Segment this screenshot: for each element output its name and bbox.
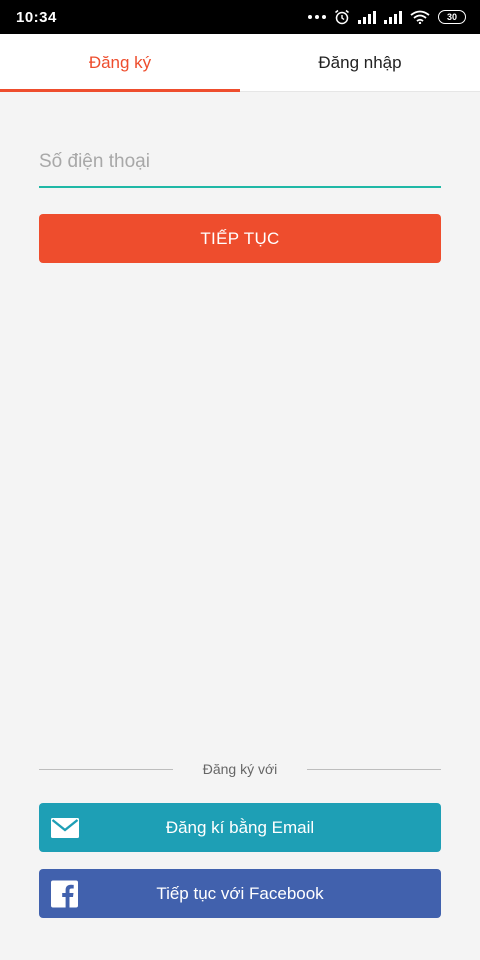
- status-icons: 30: [308, 9, 466, 25]
- more-notifications-icon: [308, 15, 326, 19]
- auth-tabs: Đăng ký Đăng nhập: [0, 34, 480, 92]
- continue-button[interactable]: TIẾP TỤC: [39, 214, 441, 263]
- tab-register[interactable]: Đăng ký: [0, 34, 240, 92]
- email-register-label: Đăng kí bằng Email: [165, 817, 315, 837]
- social-divider: Đăng ký với: [39, 758, 442, 780]
- alarm-icon: [335, 9, 349, 25]
- divider-text: Đăng ký với: [202, 761, 278, 777]
- tab-login[interactable]: Đăng nhập: [240, 34, 480, 91]
- divider-line-right: [307, 768, 442, 770]
- email-register-button[interactable]: Đăng kí bằng Email: [39, 803, 441, 852]
- signal-icon: [358, 11, 376, 24]
- signal-icon-2: [384, 11, 402, 24]
- wifi-icon: [410, 10, 430, 24]
- facebook-login-button[interactable]: Tiếp tục với Facebook: [39, 869, 441, 918]
- tab-login-label: Đăng nhập: [318, 52, 402, 72]
- status-time: 10:34: [16, 8, 57, 26]
- battery-icon: 30: [438, 10, 466, 24]
- facebook-login-label: Tiếp tục với Facebook: [156, 883, 324, 903]
- divider-line-left: [39, 768, 173, 770]
- facebook-icon: [51, 880, 78, 907]
- status-bar: 10:34 30: [0, 0, 480, 34]
- envelope-icon: [51, 817, 79, 838]
- battery-level: 30: [446, 12, 457, 22]
- continue-button-label: TIẾP TỤC: [200, 228, 280, 248]
- tab-register-label: Đăng ký: [88, 52, 152, 72]
- phone-number-input[interactable]: [39, 142, 441, 188]
